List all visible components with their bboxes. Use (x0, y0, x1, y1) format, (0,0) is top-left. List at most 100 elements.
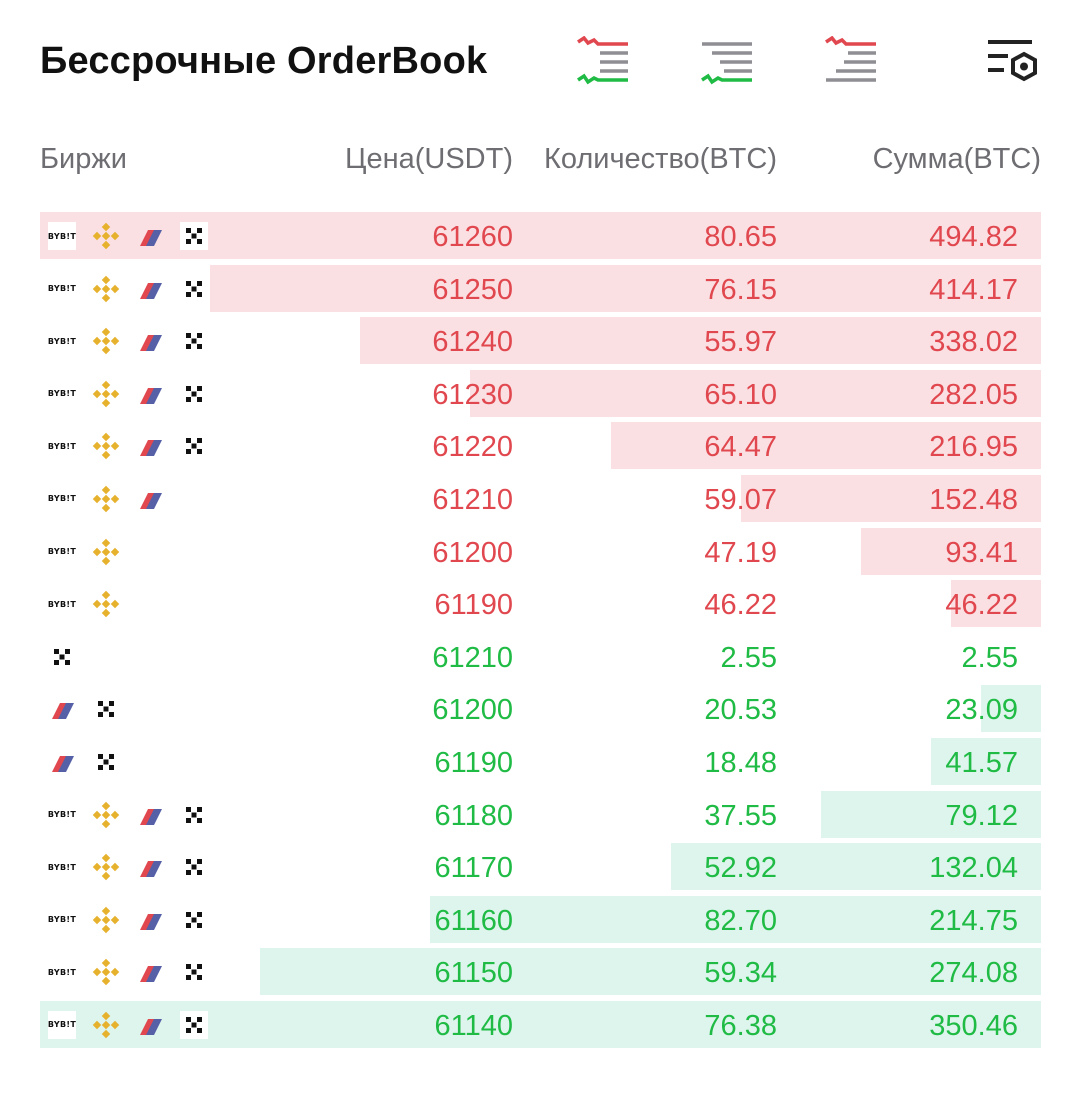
binance-icon (92, 1011, 120, 1039)
bybit-icon: BYB!T (48, 800, 76, 829)
exchange-list: BYB!T (48, 800, 224, 829)
price-cell: 61190 (434, 746, 514, 779)
quantity-cell: 47.19 (704, 536, 777, 569)
exchange-list: BYB!T (48, 590, 136, 619)
exchange-list: BYB!T (48, 432, 224, 461)
binance-icon (92, 906, 120, 934)
binance-icon (92, 958, 120, 986)
quantity-cell: 82.70 (704, 904, 777, 937)
orderbook-both-icon[interactable] (576, 36, 634, 88)
exchange-list: BYB!T (48, 327, 224, 356)
exchange-list: BYB!T (48, 1010, 224, 1039)
orderbook-bids-icon[interactable] (700, 36, 758, 88)
bybit-icon: BYB!T (48, 853, 76, 882)
bid-row[interactable]: BYB!T 61160 82.70 214.75 (40, 895, 1041, 943)
bid-row[interactable]: BYB!T 61150 59.34 274.08 (40, 948, 1041, 996)
price-header: Цена(USDT) (345, 143, 513, 175)
price-cell: 61210 (432, 483, 513, 516)
sum-cell: 274.08 (929, 957, 1018, 990)
exchange-list: BYB!T (48, 537, 136, 566)
bybit-icon: BYB!T (48, 432, 76, 461)
okx-icon (180, 327, 208, 355)
okx-icon (48, 643, 76, 671)
quantity-cell: 20.53 (704, 694, 777, 727)
ask-row[interactable]: BYB!T 61240 55.97 338.02 (40, 317, 1041, 365)
bid-row[interactable]: 61200 20.53 23.09 (40, 685, 1041, 733)
price-cell: 61150 (434, 957, 514, 990)
ask-row[interactable]: BYB!T 61250 76.15 414.17 (40, 264, 1041, 312)
price-cell: 61200 (432, 694, 513, 727)
okx-icon (180, 906, 208, 934)
sum-cell: 41.57 (945, 746, 1018, 779)
okx-icon (180, 1010, 208, 1039)
exchange-list (48, 643, 92, 671)
ask-row[interactable]: BYB!T 61220 64.47 216.95 (40, 422, 1041, 470)
quantity-cell: 76.38 (704, 1009, 777, 1042)
bybit-icon: BYB!T (48, 484, 76, 513)
page-title: Бессрочные OrderBook (40, 40, 488, 82)
sum-cell: 2.55 (961, 641, 1018, 674)
binance-icon (92, 485, 120, 513)
bitmex-icon (136, 906, 164, 934)
orderbook-asks-icon[interactable] (824, 36, 882, 88)
price-cell: 61230 (432, 378, 513, 411)
bitmex-icon (48, 748, 76, 776)
quantity-cell: 46.22 (704, 589, 777, 622)
binance-icon (92, 380, 120, 408)
bitmex-icon (136, 327, 164, 355)
ask-row[interactable]: BYB!T 61230 65.10 282.05 (40, 369, 1041, 417)
quantity-cell: 80.65 (704, 221, 777, 253)
bitmex-icon (136, 958, 164, 986)
binance-icon (92, 432, 120, 460)
price-cell: 61170 (434, 852, 514, 885)
sum-cell: 132.04 (929, 852, 1018, 885)
bybit-icon: BYB!T (48, 379, 76, 408)
bybit-icon: BYB!T (48, 327, 76, 356)
bid-row[interactable]: 61190 18.48 41.57 (40, 737, 1041, 785)
binance-icon (92, 853, 120, 881)
okx-icon (180, 380, 208, 408)
exchange-list (48, 695, 136, 723)
okx-icon (180, 222, 208, 250)
okx-icon (180, 432, 208, 460)
binance-icon (92, 275, 120, 303)
okx-icon (180, 801, 208, 829)
sum-cell: 350.46 (929, 1009, 1018, 1042)
price-cell: 61240 (432, 326, 513, 359)
binance-icon (92, 590, 120, 618)
ask-row[interactable]: BYB!T 61260 80.65 494.82 (40, 212, 1041, 259)
bid-row[interactable]: 61210 2.55 2.55 (40, 633, 1041, 680)
bitmex-icon (136, 222, 164, 250)
okx-icon (180, 275, 208, 303)
bid-row[interactable]: BYB!T 61180 37.55 79.12 (40, 790, 1041, 838)
ask-row[interactable]: BYB!T 61200 47.19 93.41 (40, 527, 1041, 575)
bybit-icon: BYB!T (48, 905, 76, 934)
sum-cell: 494.82 (929, 221, 1018, 253)
bybit-icon: BYB!T (48, 590, 76, 619)
sum-cell: 214.75 (929, 904, 1018, 937)
price-cell: 61220 (432, 431, 513, 464)
quantity-cell: 18.48 (704, 746, 777, 779)
settings-icon[interactable] (984, 36, 1042, 88)
binance-icon (92, 327, 120, 355)
sum-cell: 93.41 (945, 536, 1018, 569)
quantity-cell: 65.10 (704, 378, 777, 411)
exchanges-header: Биржи (40, 143, 127, 175)
ask-row[interactable]: BYB!T 61190 46.22 46.22 (40, 580, 1041, 628)
sum-header: Сумма(BTC) (872, 143, 1041, 175)
exchange-list (48, 748, 136, 776)
bitmex-icon (136, 853, 164, 881)
orderbook-table: BYB!T 61260 80.65 494.82 BYB!T 61250 76.15 414.… (40, 212, 1041, 1054)
sum-cell: 46.22 (945, 589, 1018, 622)
sum-cell: 152.48 (929, 483, 1018, 516)
price-cell: 61180 (434, 799, 514, 832)
bid-row[interactable]: BYB!T 61170 52.92 132.04 (40, 843, 1041, 891)
okx-icon (180, 853, 208, 881)
bitmex-icon (48, 695, 76, 723)
bid-row[interactable]: BYB!T 61140 76.38 350.46 (40, 1000, 1041, 1048)
exchange-list: BYB!T (48, 274, 224, 303)
quantity-cell: 59.34 (704, 957, 777, 990)
exchange-list: BYB!T (48, 958, 224, 987)
ask-row[interactable]: BYB!T 61210 59.07 152.48 (40, 474, 1041, 522)
binance-icon (92, 538, 120, 566)
